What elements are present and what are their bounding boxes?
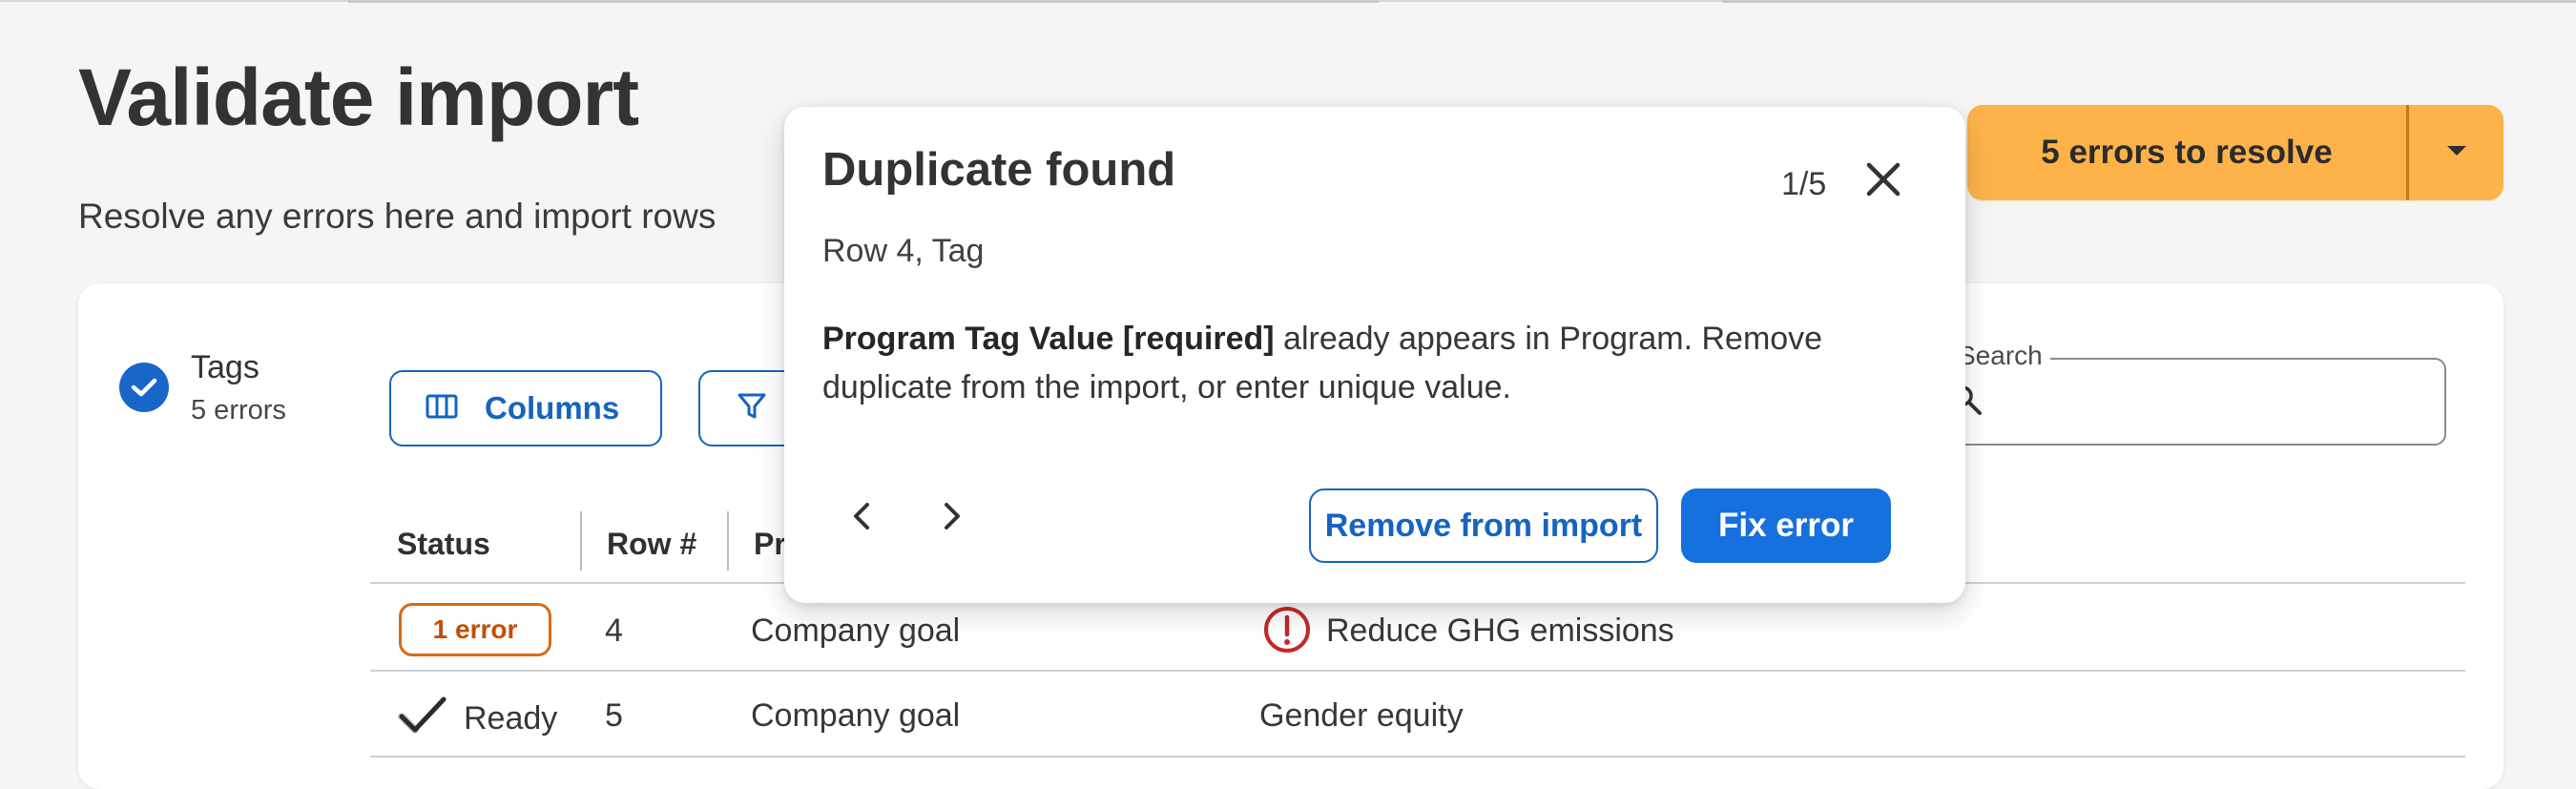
program-cell: Company goal bbox=[751, 613, 961, 649]
chevron-right-icon bbox=[940, 501, 965, 536]
window-top-border-segment bbox=[348, 0, 1379, 3]
close-icon bbox=[1864, 160, 1902, 203]
page-subtitle: Resolve any errors here and import rows bbox=[78, 197, 717, 236]
column-divider[interactable] bbox=[727, 511, 729, 571]
close-button[interactable] bbox=[1862, 160, 1904, 202]
errors-split-button[interactable]: 5 errors to resolve bbox=[1967, 105, 2503, 200]
tag-value-cell: Reduce GHG emissions bbox=[1326, 613, 1674, 649]
columns-icon bbox=[426, 390, 458, 426]
column-divider[interactable] bbox=[580, 511, 582, 571]
status-badge-error[interactable]: 1 error bbox=[399, 603, 551, 656]
error-location: Row 4, Tag bbox=[822, 233, 985, 269]
tag-value-cell: Gender equity bbox=[1259, 697, 1464, 734]
table-row-divider bbox=[370, 756, 2465, 758]
error-counter: 1/5 bbox=[1781, 166, 1827, 202]
row-number-cell: 4 bbox=[605, 613, 623, 649]
dropdown-caret-button[interactable] bbox=[2409, 105, 2503, 200]
columns-button[interactable]: Columns bbox=[389, 370, 662, 446]
previous-error-button[interactable] bbox=[838, 494, 885, 542]
error-message-field: Program Tag Value [required] bbox=[822, 321, 1275, 357]
remove-from-import-button[interactable]: Remove from import bbox=[1309, 488, 1658, 563]
next-error-button[interactable] bbox=[928, 494, 976, 542]
error-message: Program Tag Value [required] already app… bbox=[822, 315, 1929, 412]
fix-error-button[interactable]: Fix error bbox=[1681, 488, 1891, 563]
columns-button-label: Columns bbox=[485, 390, 620, 426]
dialog-title: Duplicate found bbox=[822, 144, 1176, 196]
chevron-left-icon bbox=[849, 501, 874, 536]
status-ready-label: Ready bbox=[464, 700, 558, 737]
duplicate-found-dialog: Duplicate found 1/5 Row 4, Tag Program T… bbox=[784, 107, 1965, 603]
checkmark-icon bbox=[398, 694, 447, 740]
column-header-program[interactable]: Pr bbox=[754, 506, 786, 582]
row-number-cell: 5 bbox=[605, 697, 623, 734]
caret-down-icon bbox=[2445, 144, 2468, 162]
column-header-status[interactable]: Status bbox=[397, 506, 490, 582]
window-top-border-segment-right bbox=[1722, 0, 2576, 3]
page-title: Validate import bbox=[78, 52, 639, 142]
sheet-error-count: 5 errors bbox=[191, 395, 286, 426]
split-divider bbox=[2406, 105, 2409, 200]
filter-icon bbox=[737, 391, 767, 426]
table-row-divider bbox=[370, 670, 2465, 672]
sheet-name[interactable]: Tags bbox=[191, 349, 260, 386]
error-alert-icon bbox=[1262, 605, 1312, 659]
column-header-row-number[interactable]: Row # bbox=[607, 506, 696, 582]
errors-to-resolve-button[interactable]: 5 errors to resolve bbox=[1967, 105, 2406, 200]
check-circle-icon bbox=[119, 363, 169, 412]
program-cell: Company goal bbox=[751, 697, 961, 734]
